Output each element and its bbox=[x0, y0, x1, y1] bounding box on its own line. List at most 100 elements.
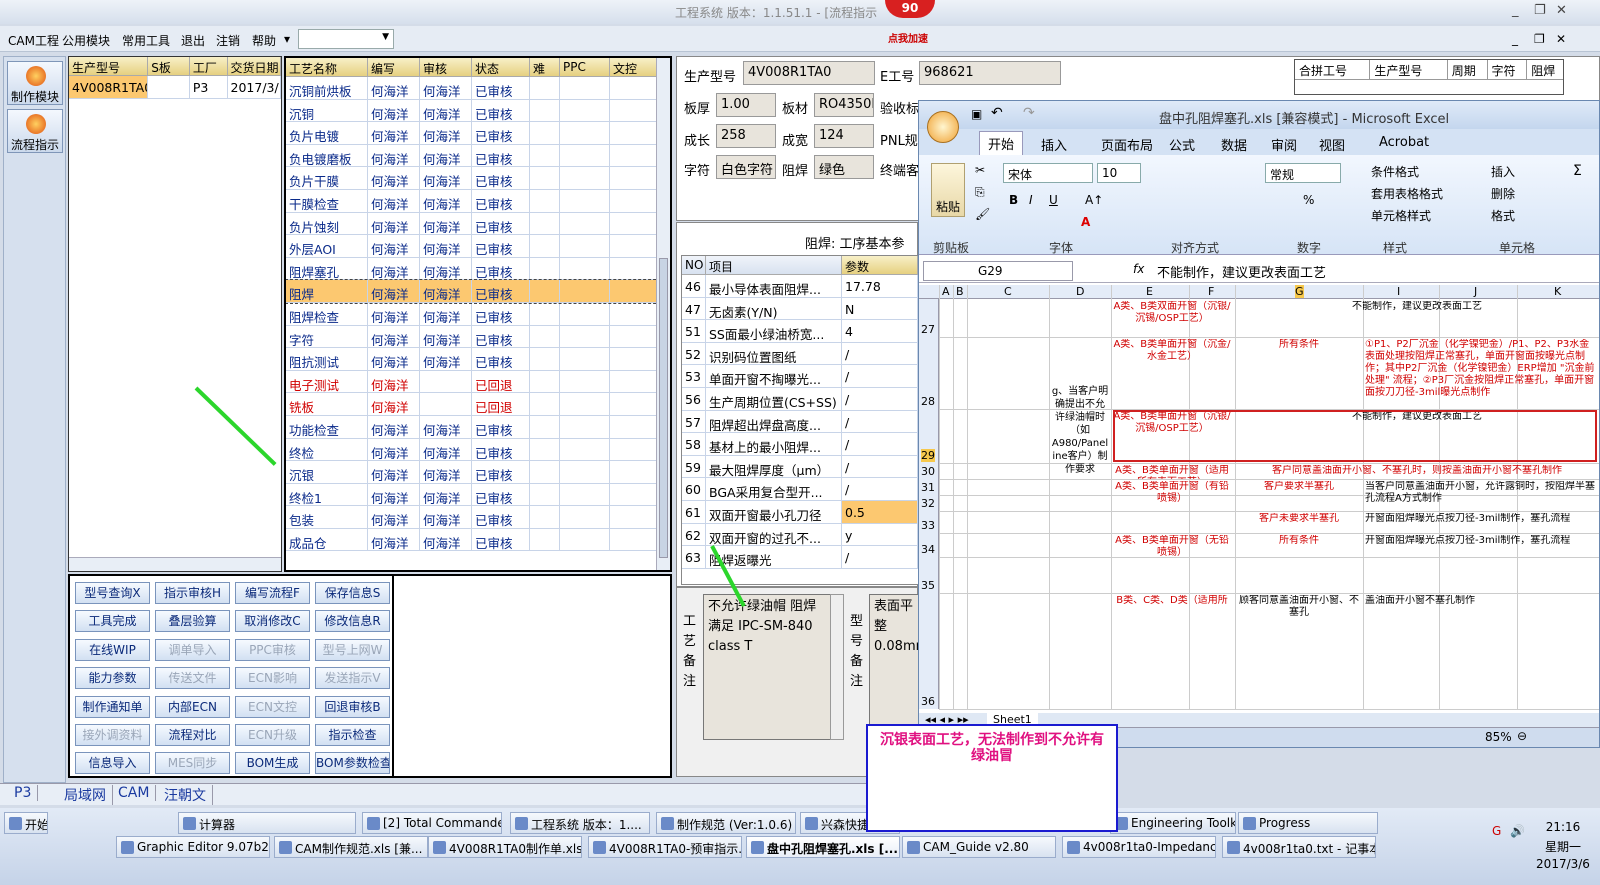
make-module-button[interactable]: 制作模块 bbox=[7, 61, 63, 105]
wid-field[interactable]: 124 bbox=[814, 124, 874, 148]
char-field[interactable]: 白色字符 bbox=[716, 155, 776, 179]
cell-g[interactable]: 客户同意盖油面开小窗、不塞孔时，则按盖油面开小窗不塞孔制作 bbox=[1237, 465, 1597, 479]
param-row[interactable]: 47 无卤素(Y/N) N bbox=[682, 297, 918, 321]
cell-g[interactable]: 所有条件 bbox=[1237, 339, 1361, 409]
copy-icon[interactable]: ⎘ bbox=[975, 185, 985, 200]
action-button[interactable]: 指示审核H bbox=[155, 582, 230, 604]
col-ppc[interactable]: PPC bbox=[560, 58, 610, 76]
save-icon[interactable]: ▣ bbox=[971, 107, 982, 121]
restore-icon[interactable]: ❐ bbox=[1534, 3, 1546, 18]
row-header[interactable]: 33 bbox=[921, 519, 935, 532]
col-factory[interactable]: 工厂 bbox=[190, 57, 228, 75]
action-button[interactable]: 在线WIP bbox=[75, 638, 150, 661]
action-button[interactable]: MES同步 bbox=[155, 752, 230, 775]
ribbon-tab[interactable]: 审阅 bbox=[1271, 135, 1297, 154]
process-row[interactable]: 阻焊塞孔 何海洋 何海洋 已审核 bbox=[286, 257, 670, 281]
action-button[interactable]: ECN升级 bbox=[235, 724, 310, 746]
action-button[interactable]: 传送文件 bbox=[155, 667, 230, 690]
minimize-icon[interactable]: _ bbox=[1512, 3, 1519, 18]
ribbon-tab[interactable]: Acrobat bbox=[1379, 135, 1429, 150]
param-row[interactable]: 58 基材上的最小阻焊... / bbox=[682, 433, 918, 456]
ribbon-tab[interactable]: 公式 bbox=[1169, 135, 1195, 154]
action-button[interactable]: 修改信息R bbox=[315, 610, 390, 633]
flow-guide-button[interactable]: 流程指示 bbox=[7, 109, 63, 153]
param-row[interactable]: 51 SS面最小绿油桥宽... 4 bbox=[682, 320, 918, 343]
param-row[interactable]: 53 单面开窗不掏曝光... / bbox=[682, 365, 918, 388]
thick-field[interactable]: 1.00 bbox=[716, 93, 776, 117]
col-model[interactable]: 生产型号 bbox=[69, 57, 149, 75]
taskbar-item[interactable]: 4V008R1TA0制作单.xls ... bbox=[428, 836, 582, 858]
cell-e[interactable]: A类、B类单面开窗（无铅喷锡） bbox=[1113, 535, 1231, 557]
taskbar-item[interactable]: 盘中孔阻焊塞孔.xls [... bbox=[746, 836, 900, 858]
row-header[interactable]: 30 bbox=[921, 465, 935, 478]
process-row[interactable]: 干膜检查 何海洋 何海洋 已审核 bbox=[286, 189, 670, 213]
row-header[interactable]: 28 bbox=[921, 395, 935, 408]
col-date[interactable]: 交货日期 bbox=[228, 57, 281, 75]
italic-icon[interactable]: I bbox=[1029, 193, 1033, 207]
row-header[interactable]: 27 bbox=[921, 323, 935, 336]
mdi-restore-icon[interactable]: ❐ bbox=[1534, 32, 1545, 46]
cell-e[interactable]: A类、B类单面开窗（有铅喷锡） bbox=[1113, 481, 1231, 511]
fx-icon[interactable]: fx bbox=[1133, 262, 1144, 276]
model-remark-text[interactable]: 表面平整 0.08mm bbox=[869, 594, 919, 740]
toolbar-dropdown[interactable]: ▼ bbox=[298, 29, 394, 49]
conditional-format-button[interactable]: 条件格式 bbox=[1371, 163, 1419, 180]
cell-j[interactable]: ①P1、P2厂沉金（化学镍钯金）/P1、P2、P3水金表面处理按阻焊正常塞孔，单… bbox=[1365, 339, 1597, 409]
process-row[interactable]: 沉铜前烘板 何海洋 何海洋 已审核 bbox=[286, 77, 670, 100]
action-button[interactable]: 制作通知单 bbox=[75, 695, 150, 718]
param-row[interactable]: 62 双面开窗的过孔不... y bbox=[682, 523, 918, 547]
tray-icon[interactable]: G bbox=[1492, 824, 1501, 838]
font-color-icon[interactable]: A bbox=[1081, 215, 1090, 229]
cell-j[interactable]: 开窗面阻焊曝光点按刀径-3mil制作，塞孔流程 bbox=[1365, 535, 1597, 557]
param-row[interactable]: 46 最小导体表面阻焊... 17.78 bbox=[682, 275, 918, 298]
cell-g[interactable]: 顾客同意盖油面开小窗、不塞孔 bbox=[1237, 595, 1361, 709]
cell-e[interactable]: B类、C类、D类（适用所 bbox=[1113, 595, 1231, 709]
action-button[interactable]: 保存信息S bbox=[315, 582, 390, 604]
process-row[interactable]: 功能检查 何海洋 何海洋 已审核 bbox=[286, 415, 670, 439]
process-vscrollbar[interactable] bbox=[656, 58, 670, 570]
action-button[interactable]: 型号查询X bbox=[75, 582, 150, 604]
delete-cells-button[interactable]: 删除 bbox=[1491, 185, 1515, 202]
process-row[interactable]: 阻抗测试 何海洋 何海洋 已审核 bbox=[286, 348, 670, 371]
taskbar-item[interactable]: CAM_Guide v2.80 bbox=[902, 836, 1056, 858]
insert-cells-button[interactable]: 插入 bbox=[1491, 163, 1515, 180]
font-size-select[interactable]: 10 bbox=[1097, 163, 1141, 183]
taskbar-item[interactable]: 4v008r1ta0-Impedance ... bbox=[1062, 836, 1216, 858]
cell-j[interactable]: 开窗面阻焊曝光点按刀径-3mil制作，塞孔流程 bbox=[1365, 513, 1597, 533]
menu-tools[interactable]: 常用工具 bbox=[122, 32, 170, 49]
action-button[interactable]: ECN文控 bbox=[235, 695, 310, 718]
row-header[interactable]: 31 bbox=[921, 481, 935, 494]
menu-arrow-icon[interactable]: ▾ bbox=[284, 32, 290, 46]
process-row[interactable]: 阻焊检查 何海洋 何海洋 已审核 bbox=[286, 302, 670, 326]
col-difficulty[interactable]: 难 bbox=[530, 58, 560, 76]
column-header[interactable]: J bbox=[1474, 285, 1477, 298]
cell-e[interactable]: A类、B类单面开窗（沉金/水金工艺） bbox=[1113, 339, 1231, 409]
process-row[interactable]: 铣板 何海洋 已回退 bbox=[286, 393, 670, 416]
table-format-button[interactable]: 套用表格格式 bbox=[1371, 185, 1443, 202]
cell-j[interactable]: 当客户同意盖油面开小窗，允许露铜时，按阻焊半塞孔流程A方式制作 bbox=[1365, 481, 1597, 511]
number-format-select[interactable]: 常规 bbox=[1265, 163, 1341, 183]
action-button[interactable]: 编写流程F bbox=[235, 582, 310, 604]
col-s[interactable]: S板 bbox=[148, 57, 190, 75]
bottom-tab[interactable]: P3 bbox=[8, 785, 39, 801]
cell-e[interactable]: A类、B类双面开窗（沉银/沉锡/OSP工艺） bbox=[1113, 301, 1231, 337]
column-header[interactable]: C bbox=[1004, 285, 1012, 298]
speed-badge[interactable]: 90 bbox=[885, 0, 935, 18]
menu-help[interactable]: 帮助 bbox=[252, 32, 276, 49]
taskbar-item[interactable]: CAM制作规范.xls [兼... bbox=[274, 836, 428, 858]
col-doc-control[interactable]: 文控 bbox=[610, 58, 660, 76]
action-button[interactable]: 流程对比 bbox=[155, 724, 230, 746]
taskbar-item[interactable]: 4V008R1TA0-预审指示.... bbox=[588, 836, 742, 858]
process-row[interactable]: 沉铜 何海洋 何海洋 已审核 bbox=[286, 99, 670, 123]
cell-g[interactable]: 所有条件 bbox=[1237, 535, 1361, 557]
column-header[interactable]: K bbox=[1554, 285, 1561, 298]
column-header[interactable]: B bbox=[956, 285, 964, 298]
process-row[interactable]: 沉银 何海洋 何海洋 已审核 bbox=[286, 461, 670, 484]
model-field[interactable]: 4V008R1TA0 bbox=[743, 61, 875, 85]
process-row[interactable]: 阻焊 何海洋 何海洋 已审核 bbox=[286, 279, 670, 304]
ribbon-tab[interactable]: 数据 bbox=[1221, 135, 1247, 154]
row-header[interactable]: 36 bbox=[921, 695, 935, 708]
action-button[interactable]: 能力参数 bbox=[75, 667, 150, 690]
action-button[interactable]: 指示检查 bbox=[315, 724, 390, 746]
column-header[interactable]: F bbox=[1208, 285, 1214, 298]
